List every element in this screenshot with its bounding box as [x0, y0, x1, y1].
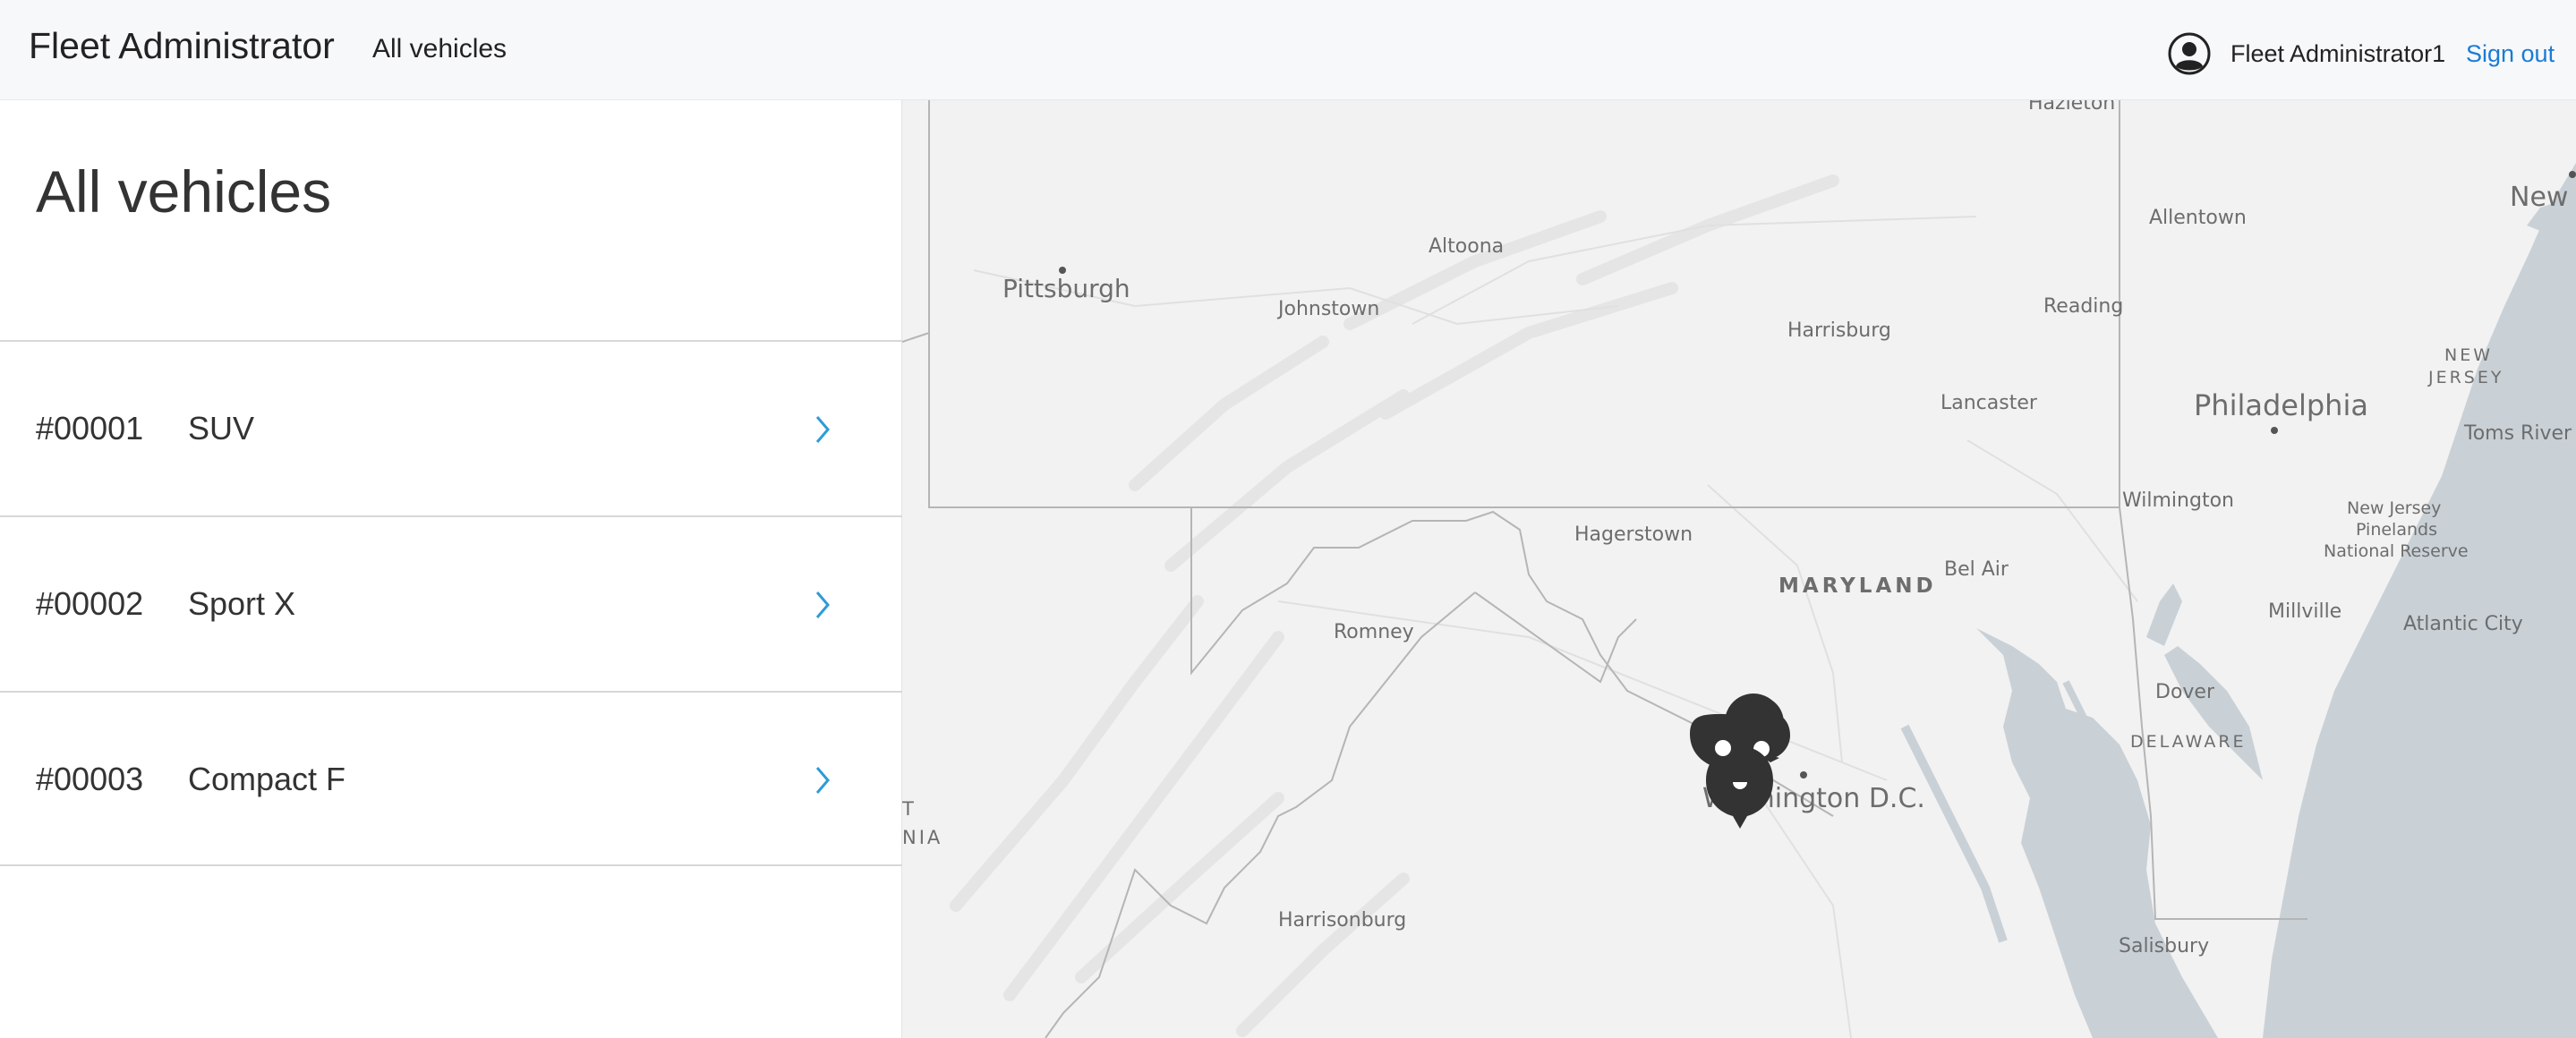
map-label-harrisburg: Harrisburg — [1787, 319, 1891, 342]
map-label-hazleton: Hazleton — [2028, 100, 2115, 115]
city-dot-philadelphia — [2271, 427, 2278, 434]
map-label-nj-pinelands-1: New Jersey — [2347, 498, 2441, 518]
map-label-nj-pinelands-2: Pinelands — [2356, 520, 2437, 540]
map-label-new-jersey-2: JERSEY — [2427, 368, 2503, 387]
map-label-pittsburgh: Pittsburgh — [1002, 274, 1130, 303]
vehicle-map[interactable]: Hazleton New Allentown Pittsburgh Altoon… — [902, 100, 2576, 1038]
map-label-lancaster: Lancaster — [1941, 392, 2038, 414]
map-label-toms-river: Toms River — [2463, 422, 2572, 445]
map-label-johnstown: Johnstown — [1276, 298, 1379, 320]
vehicle-id: #00002 — [36, 585, 144, 622]
map-label-hagerstown: Hagerstown — [1574, 523, 1693, 546]
chevron-right-icon[interactable] — [809, 412, 836, 447]
map-label-salisbury: Salisbury — [2119, 935, 2209, 957]
map-label-new-york: New — [2510, 182, 2568, 213]
map-label-nj-pinelands-3: National Reserve — [2324, 541, 2469, 561]
map-label-romney: Romney — [1334, 621, 1414, 643]
map-label-wv-2: NIA — [902, 827, 943, 848]
page-title: All vehicles — [36, 158, 332, 225]
map-label-atlantic-city: Atlantic City — [2403, 613, 2523, 635]
map-label-philadelphia: Philadelphia — [2194, 388, 2368, 422]
chevron-right-icon[interactable] — [809, 762, 836, 798]
vehicle-name: SUV — [188, 410, 255, 447]
city-dot-new-york — [2569, 171, 2576, 178]
city-dot-pittsburgh — [1059, 267, 1066, 274]
map-label-reading: Reading — [2043, 295, 2123, 318]
map-label-harrisonburg: Harrisonburg — [1278, 909, 1406, 932]
top-navbar: Fleet Administrator All vehicles Fleet A… — [0, 0, 2576, 100]
vehicle-list: #00001 SUV #00002 Sport X #00003 Compact… — [0, 340, 902, 866]
map-label-delaware: DELAWARE — [2130, 732, 2247, 752]
app-brand[interactable]: Fleet Administrator — [29, 25, 335, 67]
vehicle-id: #00003 — [36, 761, 144, 797]
vehicle-sidebar: All vehicles #00001 SUV #00002 Sport X #… — [0, 100, 902, 1038]
map-canvas[interactable]: Hazleton New Allentown Pittsburgh Altoon… — [902, 100, 2576, 1038]
nav-link-all-vehicles[interactable]: All vehicles — [372, 34, 507, 64]
chevron-right-icon[interactable] — [809, 587, 836, 623]
map-label-maryland: MARYLAND — [1778, 574, 1937, 598]
vehicle-name: Sport X — [188, 585, 296, 622]
vehicle-list-item[interactable]: #00003 Compact F — [0, 691, 902, 866]
map-label-allentown: Allentown — [2149, 207, 2247, 229]
vehicle-list-item[interactable]: #00001 SUV — [0, 340, 902, 515]
map-label-wv-1: T — [902, 798, 917, 820]
map-label-dover: Dover — [2155, 681, 2215, 703]
map-label-new-jersey-1: NEW — [2444, 345, 2493, 365]
vehicle-list-item[interactable]: #00002 Sport X — [0, 515, 902, 691]
vehicle-id: #00001 — [36, 410, 144, 447]
user-circle-icon — [2168, 32, 2211, 75]
city-dot-washington — [1800, 771, 1807, 778]
map-label-bel-air: Bel Air — [1944, 558, 2009, 581]
map-label-wilmington: Wilmington — [2122, 489, 2234, 512]
vehicle-name: Compact F — [188, 761, 346, 797]
map-label-millville: Millville — [2268, 600, 2341, 623]
sign-out-link[interactable]: Sign out — [2466, 40, 2555, 68]
user-name: Fleet Administrator1 — [2231, 40, 2446, 67]
map-label-altoona: Altoona — [1429, 235, 1504, 258]
